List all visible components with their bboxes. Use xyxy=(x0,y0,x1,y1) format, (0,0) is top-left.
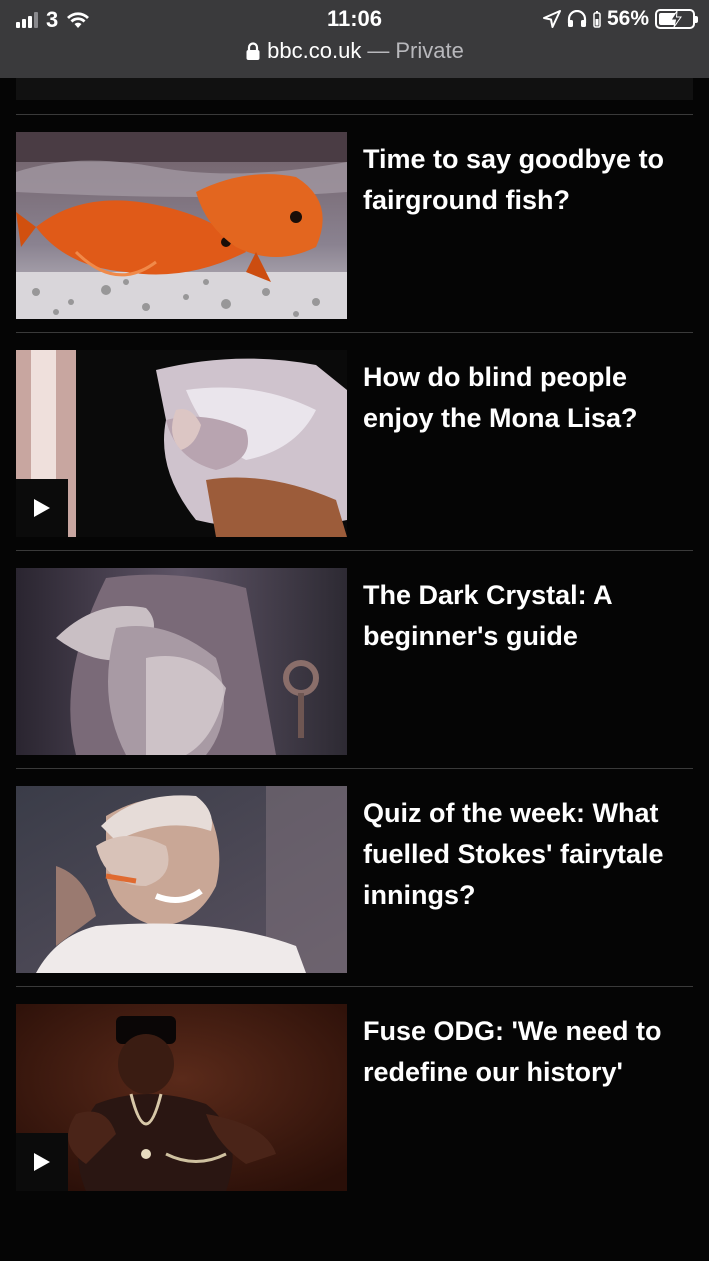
article-item[interactable]: Time to say goodbye to fairground fish? xyxy=(16,114,693,332)
article-thumbnail[interactable] xyxy=(16,132,347,319)
play-icon xyxy=(34,1153,50,1171)
article-thumbnail[interactable] xyxy=(16,350,347,537)
url-host: bbc.co.uk xyxy=(267,38,362,63)
article-headline[interactable]: How do blind people enjoy the Mona Lisa? xyxy=(363,357,698,439)
article-item[interactable]: Fuse ODG: 'We need to redefine our histo… xyxy=(16,986,693,1204)
headphones-icon xyxy=(567,10,587,27)
article-headline[interactable]: Time to say goodbye to fairground fish? xyxy=(363,139,698,221)
lock-icon xyxy=(246,41,260,60)
article-headline[interactable]: The Dark Crystal: A beginner's guide xyxy=(363,575,698,657)
article-headline[interactable]: Quiz of the week: What fuelled Stokes' f… xyxy=(363,793,698,916)
video-play-button[interactable] xyxy=(16,1133,68,1191)
battery-small-icon xyxy=(593,11,601,28)
play-icon xyxy=(34,499,50,517)
previous-item-edge xyxy=(16,78,693,100)
status-right: 56% xyxy=(542,7,698,31)
url-separator: — xyxy=(367,38,390,63)
article-item[interactable]: Quiz of the week: What fuelled Stokes' f… xyxy=(16,768,693,986)
article-headline[interactable]: Fuse ODG: 'We need to redefine our histo… xyxy=(363,1011,698,1093)
article-thumbnail[interactable] xyxy=(16,786,347,973)
article-thumbnail[interactable] xyxy=(16,1004,347,1191)
article-item[interactable]: How do blind people enjoy the Mona Lisa? xyxy=(16,332,693,550)
battery-percent: 56% xyxy=(606,7,649,30)
address-bar[interactable]: bbc.co.uk — Private xyxy=(0,38,709,64)
article-thumbnail[interactable] xyxy=(16,568,347,755)
battery-icon xyxy=(655,9,698,29)
article-item[interactable]: The Dark Crystal: A beginner's guide xyxy=(16,550,693,768)
status-bar: 3 11:06 56% bbc.co.uk — Private xyxy=(0,0,709,78)
location-icon xyxy=(542,10,561,28)
video-play-button[interactable] xyxy=(16,479,68,537)
private-mode-label: Private xyxy=(395,38,464,63)
